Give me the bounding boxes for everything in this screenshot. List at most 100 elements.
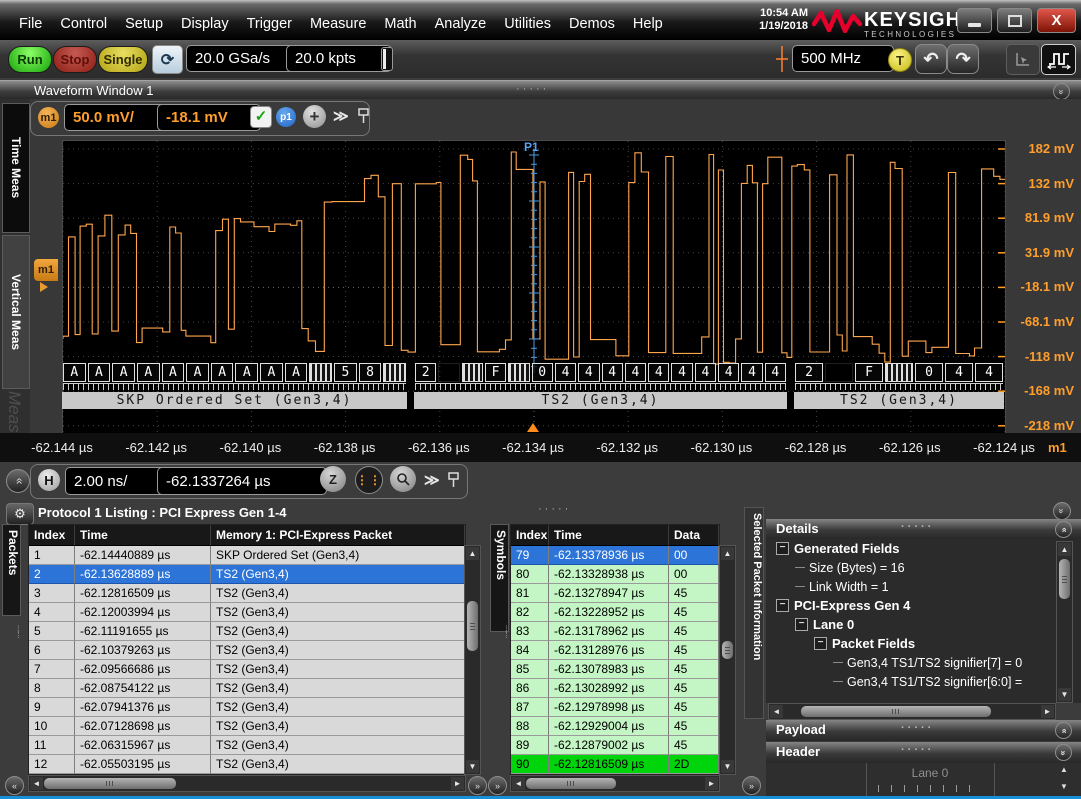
details-drag-handle[interactable]: ····· (901, 521, 934, 533)
touch-zoom-icon[interactable] (1041, 44, 1076, 75)
details-hscroll-thumb[interactable] (801, 706, 991, 717)
details-scroll-thumb[interactable] (1059, 559, 1070, 599)
symbols-drag-dots[interactable]: ⁞⁞ (505, 628, 508, 638)
details-vertical-scrollbar[interactable]: ▲ ▼ (1056, 541, 1073, 703)
zoom-reset-icon[interactable]: Z (320, 466, 346, 492)
table-row[interactable]: 89-62.12879002 µs45 (511, 736, 719, 755)
symbols-horizontal-scrollbar[interactable]: ◄ ► (510, 775, 720, 792)
table-row[interactable]: 84-62.13128976 µs45 (511, 641, 719, 660)
marker-visibility-checkbox[interactable]: ✓ (250, 106, 272, 128)
tab-symbols[interactable]: Symbols (490, 524, 509, 632)
lane-scroll-down-icon[interactable]: ▼ (1060, 782, 1068, 791)
vertical-offset-field[interactable]: -18.1 mV (157, 104, 261, 131)
scroll-up-icon[interactable]: ▲ (466, 547, 479, 560)
table-row[interactable]: 6-62.10379263 µsTS2 (Gen3,4) (29, 641, 465, 660)
menu-item-file[interactable]: File (10, 13, 51, 35)
trigger-badge[interactable]: T (888, 48, 912, 72)
table-row[interactable]: 8-62.08754122 µsTS2 (Gen3,4) (29, 679, 465, 698)
undo-icon[interactable]: ↶ (915, 44, 947, 74)
window-drag-handle[interactable]: ····· (516, 83, 549, 95)
symbols-drag-handle[interactable]: ····· (538, 503, 571, 515)
menu-item-help[interactable]: Help (624, 13, 672, 35)
trigger-level-marker-icon[interactable] (776, 46, 788, 72)
column-header[interactable]: Memory 1: PCI-Express Packet (211, 525, 465, 546)
table-row[interactable]: 90-62.12816509 µs2D (511, 755, 719, 774)
tree-item[interactable]: Size (Bytes) = 16 (766, 558, 1081, 577)
symbols-expand-left-icon[interactable]: » (488, 776, 507, 795)
clear-display-icon[interactable]: ⟳ (152, 45, 183, 74)
scroll-left-icon[interactable]: ◄ (770, 705, 783, 718)
waveform-window-header[interactable]: Waveform Window 1 ····· » (0, 80, 1081, 100)
more-chevrons-icon[interactable]: ≫ (333, 107, 349, 125)
pin-icon[interactable] (357, 107, 370, 124)
scroll-right-icon[interactable]: ► (451, 777, 464, 790)
memory-depth-field[interactable]: 20.0 kpts (286, 45, 392, 72)
payload-section-header[interactable]: Payload ····· » (766, 720, 1081, 741)
table-row[interactable]: 2-62.13628889 µsTS2 (Gen3,4) (29, 565, 465, 584)
protocol-settings-gear-icon[interactable]: ⚙ (6, 503, 34, 525)
column-header[interactable]: Index (511, 525, 549, 546)
symbols-hscroll-thumb[interactable] (526, 778, 616, 789)
symbols-expand-right-icon[interactable]: » (742, 776, 761, 795)
protocol-hscroll-thumb[interactable] (44, 778, 176, 789)
scroll-left-icon[interactable]: ◄ (30, 777, 43, 790)
p1-marker-badge[interactable]: p1 (276, 107, 296, 127)
scroll-up-icon[interactable]: ▲ (721, 547, 734, 560)
tree-item[interactable]: −PCI-Express Gen 4 (766, 596, 1081, 615)
cursor-mode-icon[interactable] (1006, 44, 1040, 75)
tab-time-meas[interactable]: Time Meas (2, 103, 30, 233)
menu-item-measure[interactable]: Measure (301, 13, 375, 35)
tree-item[interactable]: Gen3,4 TS1/TS2 signifier[6:0] = (766, 672, 1081, 691)
sample-rate-field[interactable]: 20.0 GSa/s (186, 45, 296, 72)
protocol-expand-right-icon[interactable]: » (468, 776, 487, 795)
horizontal-badge[interactable]: H (38, 469, 60, 491)
protocol-vertical-scrollbar[interactable]: ▲ ▼ (464, 545, 481, 775)
close-button[interactable]: X (1037, 8, 1076, 33)
panel-drag-handle[interactable]: ⁞⁞ (17, 628, 20, 638)
stop-button[interactable]: Stop (53, 46, 97, 73)
table-row[interactable]: 86-62.13028992 µs45 (511, 679, 719, 698)
timebase-position-field[interactable]: -62.1337264 µs (157, 467, 327, 495)
table-row[interactable]: 12-62.05503195 µsTS2 (Gen3,4) (29, 755, 465, 774)
menu-item-display[interactable]: Display (172, 13, 238, 35)
search-icon[interactable] (390, 466, 416, 492)
menu-item-setup[interactable]: Setup (116, 13, 172, 35)
tree-item[interactable]: Link Width = 1 (766, 577, 1081, 596)
run-button[interactable]: Run (8, 46, 52, 73)
window-collapse-icon[interactable]: » (1053, 83, 1070, 100)
decode-segment[interactable]: 2F04444444444TS2 (Gen3,4) (414, 363, 787, 412)
table-row[interactable]: 85-62.13078983 µs45 (511, 660, 719, 679)
table-row[interactable]: 87-62.12978998 µs45 (511, 698, 719, 717)
decode-segment[interactable]: AAAAAAAAAA58SKP Ordered Set (Gen3,4) (62, 363, 407, 412)
minimize-button[interactable] (957, 8, 992, 33)
tree-item[interactable]: Gen3,4 TS1/TS2 signifier[7] = 0 (766, 653, 1081, 672)
tab-vertical-meas[interactable]: Vertical Meas (2, 235, 30, 389)
scroll-down-icon[interactable]: ▼ (1058, 688, 1071, 701)
header-expand-icon[interactable]: » (1055, 744, 1072, 761)
table-row[interactable]: 3-62.12816509 µsTS2 (Gen3,4) (29, 584, 465, 603)
table-row[interactable]: 82-62.13228952 µs45 (511, 603, 719, 622)
p1-marker-label[interactable]: P1 (524, 140, 539, 154)
markers-icon[interactable]: ⋮⋮ (355, 466, 383, 494)
menu-item-analyze[interactable]: Analyze (426, 13, 496, 35)
table-row[interactable]: 81-62.13278947 µs45 (511, 584, 719, 603)
symbols-scroll-thumb[interactable] (722, 641, 733, 659)
timebase-scale-field[interactable]: 2.00 ns/ (65, 467, 169, 495)
protocol-horizontal-scrollbar[interactable]: ◄ ► (28, 775, 466, 792)
details-collapse-all-icon[interactable]: » (1053, 502, 1071, 520)
scroll-right-icon[interactable]: ► (1041, 705, 1054, 718)
scroll-down-icon[interactable]: ▼ (466, 760, 479, 773)
table-row[interactable]: 9-62.07941376 µsTS2 (Gen3,4) (29, 698, 465, 717)
tree-item[interactable]: −Generated Fields (766, 539, 1081, 558)
tree-item[interactable]: −Lane 0 (766, 615, 1081, 634)
tab-packets[interactable]: Packets (2, 524, 21, 616)
table-row[interactable]: 5-62.11191655 µsTS2 (Gen3,4) (29, 622, 465, 641)
table-row[interactable]: 11-62.06315967 µsTS2 (Gen3,4) (29, 736, 465, 755)
menu-item-trigger[interactable]: Trigger (238, 13, 301, 35)
column-header[interactable]: Time (549, 525, 669, 546)
redo-icon[interactable]: ↷ (947, 44, 979, 74)
tree-item[interactable]: −Packet Fields (766, 634, 1081, 653)
ground-marker-badge[interactable]: m1 (34, 259, 58, 281)
table-row[interactable]: 10-62.07128698 µsTS2 (Gen3,4) (29, 717, 465, 736)
tree-expander-icon[interactable]: − (776, 542, 789, 555)
